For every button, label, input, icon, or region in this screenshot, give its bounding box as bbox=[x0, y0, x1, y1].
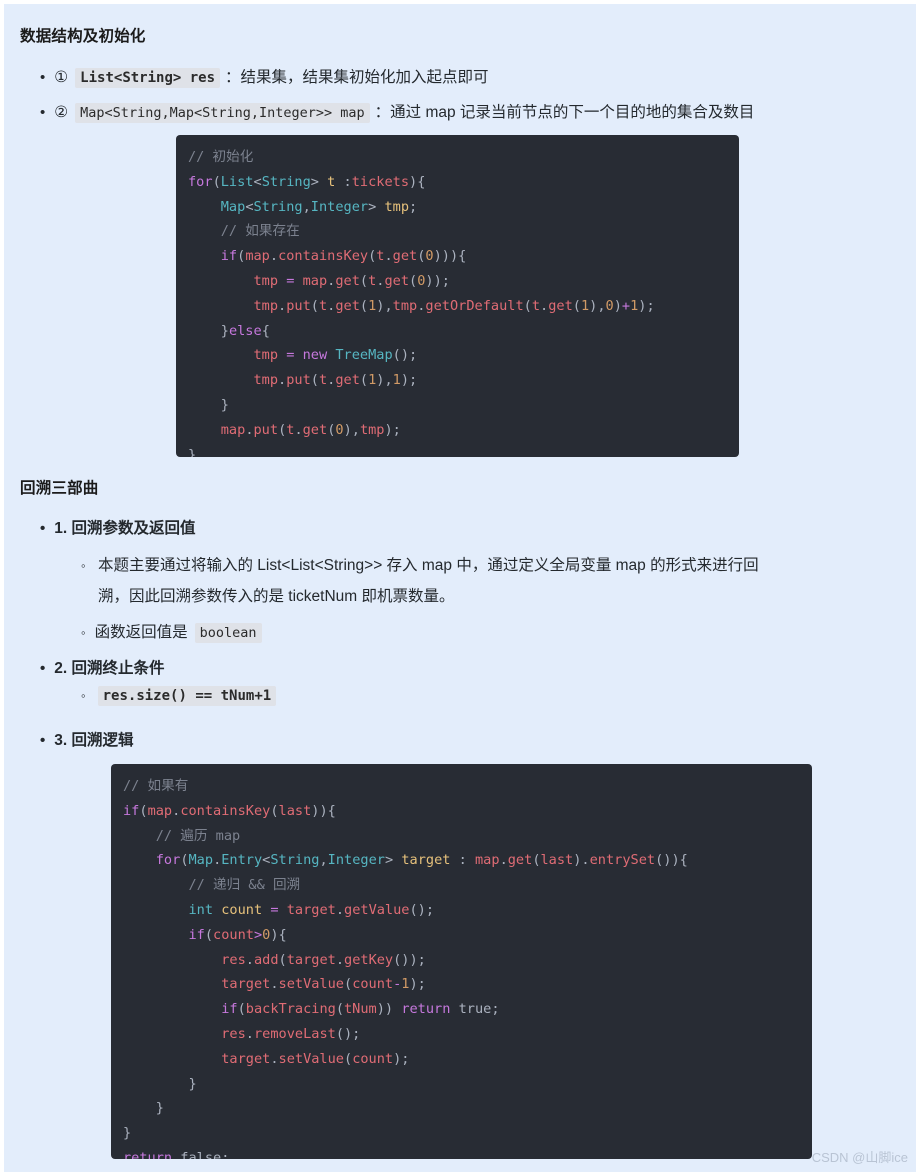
code-line: } bbox=[220, 396, 229, 413]
bullet-circle-icon: ◦ bbox=[81, 688, 86, 703]
list-item-backtrack-3-label: 3. 回溯逻辑 bbox=[54, 732, 134, 749]
bullet-dot-icon: • bbox=[40, 104, 46, 121]
code-line: // 初始化 bbox=[188, 149, 254, 165]
code-line: if(map.containsKey(last)){ bbox=[123, 802, 336, 819]
list-item-struct-1-text: ：结果集，结果集初始化加入起点即可 bbox=[225, 69, 489, 86]
bullet-circle-icon: ◦ bbox=[81, 558, 86, 573]
code-line: tmp.put(t.get(1),1); bbox=[253, 372, 418, 389]
inline-code-map: Map<String,Map<String,Integer>> map bbox=[75, 103, 370, 123]
code-line: target.setValue(count-1); bbox=[221, 976, 426, 993]
return-type-text: 函数返回值是 bbox=[94, 624, 188, 641]
backtrack-paragraph: ◦ 本题主要通过将输入的 List<List<String>> 存入 map 中… bbox=[81, 550, 898, 612]
code-line: if(count>0){ bbox=[188, 926, 287, 943]
code-line: }else{ bbox=[220, 322, 270, 339]
code-line: tmp = new TreeMap(); bbox=[253, 347, 418, 364]
code-line: } bbox=[155, 1100, 164, 1117]
backtrack-paragraph-line-1: 本题主要通过将输入的 List<List<String>> 存入 map 中，通… bbox=[98, 557, 759, 574]
code-line: int count = target.getValue(); bbox=[188, 901, 435, 918]
code-block-backtracking[interactable]: // 如果有 if(map.containsKey(last)){ // 遍历 m… bbox=[111, 764, 812, 1159]
section-heading-backtracking: 回溯三部曲 bbox=[20, 480, 99, 497]
list-item-backtrack-2-label: 2. 回溯终止条件 bbox=[54, 660, 165, 677]
inline-code-boolean: boolean bbox=[194, 623, 262, 643]
list-item-backtrack-3: • 3. 回溯逻辑 bbox=[40, 728, 134, 750]
bullet-circle-icon: ◦ bbox=[81, 625, 86, 640]
watermark: CSDN @山脚ice bbox=[811, 1150, 908, 1165]
code-block-initialization[interactable]: // 初始化 for(List<String> t :tickets){ Map<… bbox=[176, 135, 739, 457]
code-line: for(List<String> t :tickets){ bbox=[188, 173, 426, 190]
list-item-backtrack-2: • 2. 回溯终止条件 bbox=[40, 656, 165, 678]
bullet-dot-icon: • bbox=[40, 732, 46, 749]
code-line: } bbox=[188, 1075, 197, 1092]
list-item-termination-code: ◦ res.size() == tNum+1 bbox=[81, 686, 277, 706]
circled-number-2: ② bbox=[54, 104, 69, 121]
code-line: tmp.put(t.get(1),tmp.getOrDefault(t.get(… bbox=[253, 297, 655, 314]
code-line: tmp = map.get(t.get(0)); bbox=[253, 272, 450, 289]
code-line: if(backTracing(tNum)) return true; bbox=[221, 1001, 500, 1018]
code-line: return false; bbox=[123, 1149, 230, 1159]
code-line: res.removeLast(); bbox=[221, 1025, 361, 1042]
code-line: } bbox=[123, 1125, 132, 1142]
list-item-backtrack-1-label: 1. 回溯参数及返回值 bbox=[54, 520, 196, 537]
code-line: if(map.containsKey(t.get(0))){ bbox=[220, 248, 467, 265]
bullet-dot-icon: • bbox=[40, 660, 46, 677]
bullet-dot-icon: • bbox=[40, 520, 46, 537]
list-item-struct-2-text: ：通过 map 记录当前节点的下一个目的地的集合及数目 bbox=[374, 104, 755, 121]
code-line: map.put(t.get(0),tmp); bbox=[220, 421, 401, 438]
code-line: target.setValue(count); bbox=[221, 1050, 410, 1067]
bullet-dot-icon: • bbox=[40, 69, 46, 86]
circled-number-1: ① bbox=[54, 69, 69, 86]
article-page: 数据结构及初始化 • ① List<String> res ：结果集，结果集初始… bbox=[4, 4, 916, 1172]
list-item-struct-1: • ① List<String> res ：结果集，结果集初始化加入起点即可 bbox=[40, 65, 489, 88]
code-line: Map<String,Integer> tmp; bbox=[220, 198, 418, 215]
code-line: // 如果有 bbox=[123, 778, 189, 794]
section-heading-data-structure: 数据结构及初始化 bbox=[20, 28, 146, 45]
code-line: for(Map.Entry<String,Integer> target : m… bbox=[155, 852, 688, 869]
backtrack-paragraph-line-2: 溯，因此回溯参数传入的是 ticketNum 即机票数量。 bbox=[98, 588, 455, 605]
list-item-backtrack-1: • 1. 回溯参数及返回值 bbox=[40, 516, 196, 538]
inline-code-res: List<String> res bbox=[75, 68, 221, 88]
list-item-return-type: ◦ 函数返回值是 boolean bbox=[81, 620, 262, 643]
code-line: // 递归 && 回溯 bbox=[188, 877, 301, 894]
code-line: } bbox=[188, 446, 197, 457]
code-line: res.add(target.getKey()); bbox=[221, 951, 426, 968]
inline-code-termination: res.size() == tNum+1 bbox=[97, 686, 277, 706]
list-item-struct-2: • ② Map<String,Map<String,Integer>> map … bbox=[40, 100, 754, 123]
code-line: // 遍历 map bbox=[155, 827, 241, 844]
code-line: // 如果存在 bbox=[220, 223, 300, 240]
